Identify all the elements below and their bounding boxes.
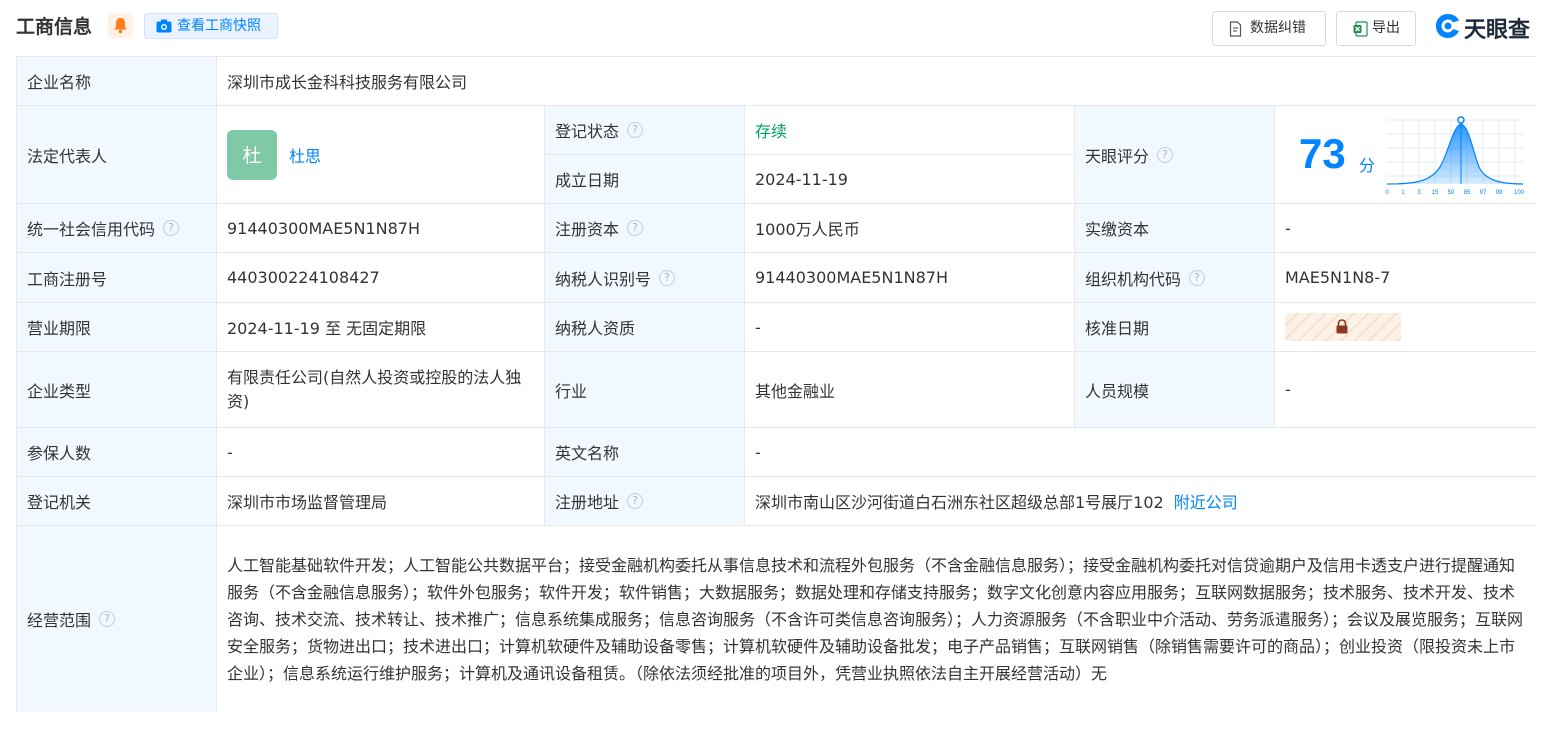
paid-capital-label: 实缴资本	[1075, 204, 1275, 253]
score-value-cell[interactable]: 73 分 0 1 3 15 50 85 97 99 100	[1275, 106, 1536, 204]
legal-rep-cell: 杜 杜思	[217, 106, 545, 204]
scope-label: 经营范围	[27, 611, 92, 630]
org-code-label-cell: 组织机构代码?	[1075, 253, 1275, 303]
company-type-label: 企业类型	[17, 352, 217, 428]
help-icon[interactable]: ?	[1157, 146, 1174, 163]
help-icon[interactable]: ?	[627, 122, 644, 138]
term-label: 营业期限	[17, 303, 217, 352]
term-value: 2024-11-19 至 无固定期限	[217, 303, 545, 352]
staff-size-value: -	[1275, 352, 1536, 428]
help-icon[interactable]: ?	[627, 493, 644, 509]
reg-capital-label: 注册资本	[555, 220, 620, 239]
excel-icon	[1353, 21, 1368, 37]
lock-icon	[1336, 319, 1348, 334]
score-axis-tick: 100	[1514, 190, 1525, 196]
help-icon[interactable]: ?	[99, 611, 116, 627]
org-code-label: 组织机构代码	[1085, 269, 1182, 289]
avatar[interactable]: 杜	[227, 129, 277, 180]
score-axis-tick: 50	[1448, 190, 1455, 196]
bell-icon[interactable]	[108, 13, 133, 38]
help-icon[interactable]: ?	[659, 269, 676, 286]
score-axis-tick: 0	[1385, 190, 1389, 196]
authority-label: 登记机关	[17, 477, 217, 526]
taxpayer-id-label: 纳税人识别号	[555, 269, 652, 289]
view-snapshot-label: 查看工商快照	[177, 18, 261, 34]
paid-capital-value: -	[1275, 204, 1536, 253]
industry-value: 其他金融业	[745, 352, 1075, 428]
score-axis-tick: 15	[1432, 190, 1439, 196]
help-icon[interactable]: ?	[1189, 269, 1206, 286]
score-axis-tick: 1	[1401, 190, 1405, 196]
reg-status-label-cell: 登记状态?	[545, 106, 745, 155]
tianyancha-logo-icon	[1436, 14, 1459, 38]
legal-rep-label: 法定代表人	[17, 106, 217, 204]
status-badge: 存续	[755, 122, 788, 141]
taxpayer-id-label-cell: 纳税人识别号?	[545, 253, 745, 303]
org-code-value: MAE5N1N8-7	[1275, 253, 1536, 303]
score-axis-tick: 85	[1464, 190, 1471, 196]
reg-status-label: 登记状态	[555, 122, 620, 141]
score-label: 天眼评分	[1085, 146, 1150, 166]
reg-capital-label-cell: 注册资本?	[545, 204, 745, 253]
score-number: 73	[1299, 130, 1346, 177]
view-snapshot-button[interactable]: 查看工商快照	[144, 13, 278, 39]
business-info-table: 企业名称 深圳市成长金科科技服务有限公司 法定代表人 杜 杜思 登记状态? 存续…	[16, 56, 1536, 712]
data-correction-label: 数据纠错	[1250, 20, 1306, 36]
found-date-value: 2024-11-19	[745, 155, 1075, 204]
data-correction-button[interactable]: 数据纠错	[1212, 11, 1326, 46]
camera-icon	[156, 19, 172, 33]
help-icon[interactable]: ?	[627, 220, 644, 236]
insured-value: -	[217, 428, 545, 477]
section-header: 工商信息 查看工商快照 数据纠错 导出 天眼查	[0, 0, 1552, 56]
reg-capital-value: 1000万人民币	[745, 204, 1075, 253]
company-name-value: 深圳市成长金科科技服务有限公司	[217, 57, 1536, 106]
credit-code-value: 91440300MAE5N1N87H	[217, 204, 545, 253]
reg-status-value-cell: 存续	[745, 106, 1075, 155]
score-distribution-chart: 0 1 3 15 50 85 97 99 100	[1385, 116, 1525, 196]
vip-locked-field[interactable]	[1285, 313, 1401, 341]
brand-name: 天眼查	[1464, 18, 1531, 43]
company-type-value: 有限责任公司(自然人投资或控股的法人独资)	[217, 352, 545, 428]
credit-code-label-cell: 统一社会信用代码?	[17, 204, 217, 253]
nearby-companies-link[interactable]: 附近公司	[1174, 489, 1238, 513]
score-axis-tick: 97	[1480, 190, 1487, 196]
english-name-label: 英文名称	[545, 428, 745, 477]
insured-label: 参保人数	[17, 428, 217, 477]
section-title: 工商信息	[16, 16, 93, 38]
approve-date-label: 核准日期	[1075, 303, 1275, 352]
reg-no-label: 工商注册号	[17, 253, 217, 303]
score-unit: 分	[1359, 156, 1376, 175]
authority-value: 深圳市市场监督管理局	[217, 477, 545, 526]
address-label: 注册地址	[555, 493, 620, 512]
export-button[interactable]: 导出	[1336, 11, 1416, 46]
score-axis-tick: 3	[1417, 190, 1421, 196]
address-value-cell: 深圳市南山区沙河街道白石洲东社区超级总部1号展厅102 附近公司	[745, 477, 1536, 526]
scope-label-cell: 经营范围?	[17, 526, 217, 712]
help-icon[interactable]: ?	[163, 220, 180, 236]
approve-date-cell	[1275, 303, 1536, 352]
score-label-cell: 天眼评分?	[1075, 106, 1275, 204]
export-label: 导出	[1372, 20, 1400, 36]
legal-rep-link[interactable]: 杜思	[289, 143, 321, 167]
taxpayer-id-value: 91440300MAE5N1N87H	[745, 253, 1075, 303]
scope-value: 人工智能基础软件开发；人工智能公共数据平台；接受金融机构委托从事信息技术和流程外…	[217, 526, 1536, 712]
score-axis-tick: 99	[1496, 190, 1503, 196]
english-name-value: -	[745, 428, 1536, 477]
taxpayer-qual-value: -	[745, 303, 1075, 352]
address-label-cell: 注册地址?	[545, 477, 745, 526]
company-name-label: 企业名称	[17, 57, 217, 106]
credit-code-label: 统一社会信用代码	[27, 220, 156, 239]
found-date-label: 成立日期	[545, 155, 745, 204]
edit-document-icon	[1229, 21, 1242, 37]
taxpayer-qual-label: 纳税人资质	[545, 303, 745, 352]
reg-no-value: 440300224108427	[217, 253, 545, 303]
address-value: 深圳市南山区沙河街道白石洲东社区超级总部1号展厅102	[755, 493, 1164, 512]
staff-size-label: 人员规模	[1075, 352, 1275, 428]
industry-label: 行业	[545, 352, 745, 428]
